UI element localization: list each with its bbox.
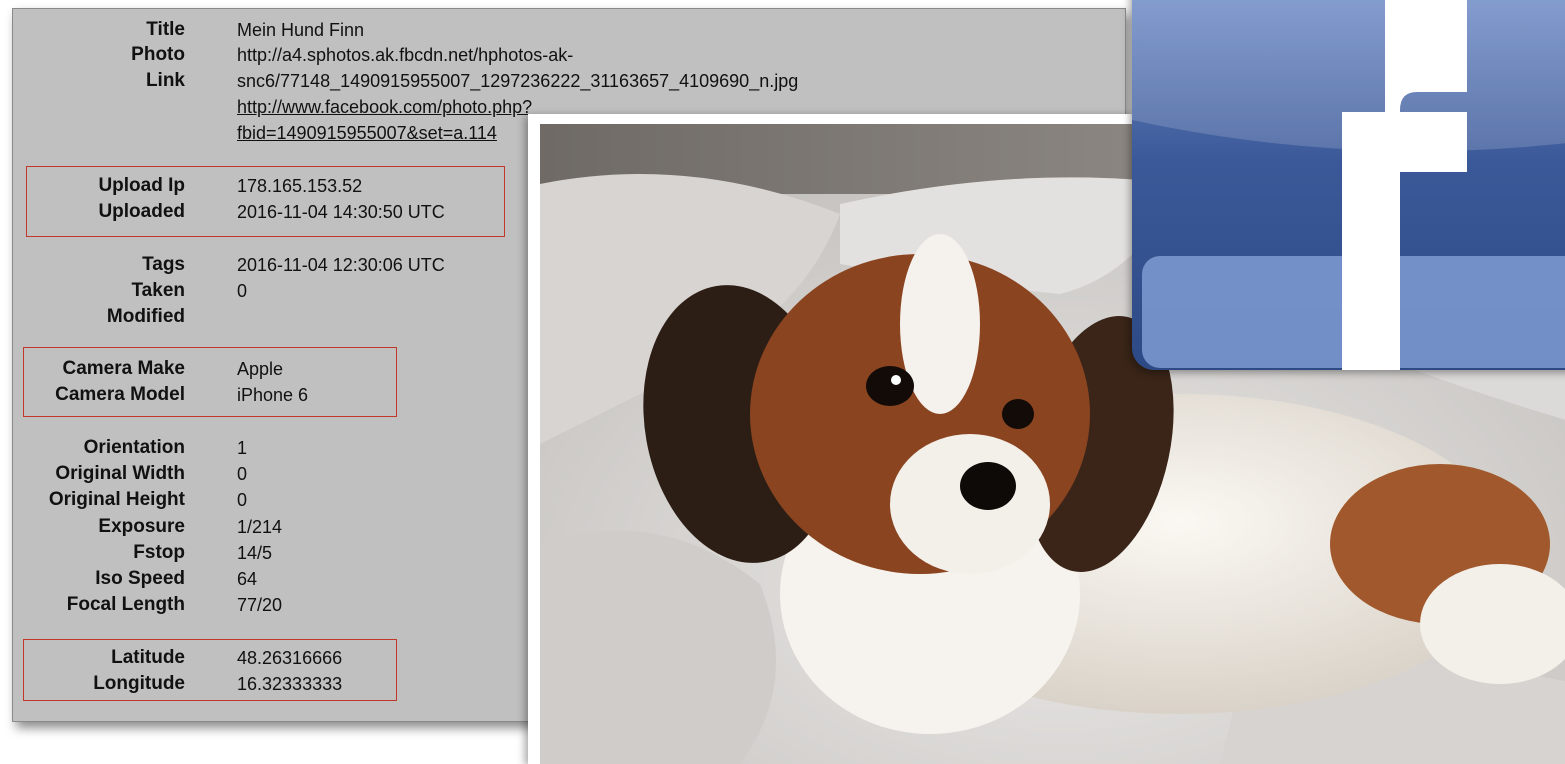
photo-label: Photo xyxy=(131,44,185,65)
longitude-label: Longitude xyxy=(93,673,185,694)
modified-label: Modified xyxy=(106,306,185,327)
uploaded-label: Uploaded xyxy=(98,201,185,222)
longitude-value: 16.32333333 xyxy=(237,674,343,694)
fstop-value: 14/5 xyxy=(237,543,273,563)
original-width-value: 0 xyxy=(237,464,248,484)
fstop-label: Fstop xyxy=(133,542,185,563)
original-width-label: Original Width xyxy=(55,463,185,484)
facebook-f-icon xyxy=(1132,0,1565,370)
iso-speed-value: 64 xyxy=(237,569,258,589)
facebook-logo xyxy=(1132,0,1565,370)
focal-length-label: Focal Length xyxy=(66,594,185,615)
original-height-label: Original Height xyxy=(48,489,185,510)
uploaded-value: 2016-11-04 14:30:50 UTC xyxy=(237,202,445,222)
upload-ip-label: Upload Ip xyxy=(98,175,185,196)
camera-make-value: Apple xyxy=(237,359,284,379)
upload-ip-value: 178.165.153.52 xyxy=(237,176,363,196)
title-label: Title xyxy=(146,19,185,40)
tags-label: Tags xyxy=(142,254,185,275)
exposure-value: 1/214 xyxy=(237,517,283,537)
taken-label: Taken xyxy=(131,280,185,301)
photo-url-line1: http://a4.sphotos.ak.fbcdn.net/hphotos-a… xyxy=(237,45,574,65)
taken-value: 0 xyxy=(237,281,248,301)
link-label: Link xyxy=(145,70,185,91)
original-height-value: 0 xyxy=(237,490,248,510)
photo-url-line2: snc6/77148_1490915955007_1297236222_3116… xyxy=(237,71,799,91)
camera-model-value: iPhone 6 xyxy=(237,385,309,405)
title-value: Mein Hund Finn xyxy=(237,20,365,40)
camera-make-label: Camera Make xyxy=(62,358,185,379)
latitude-label: Latitude xyxy=(111,647,185,668)
latitude-value: 48.26316666 xyxy=(237,648,343,668)
focal-length-value: 77/20 xyxy=(237,595,283,615)
exposure-label: Exposure xyxy=(98,516,185,537)
tags-value: 2016-11-04 12:30:06 UTC xyxy=(237,255,445,275)
camera-model-label: Camera Model xyxy=(55,384,185,405)
iso-speed-label: Iso Speed xyxy=(95,568,185,589)
orientation-label: Orientation xyxy=(83,437,185,458)
facebook-link-line1[interactable]: http://www.facebook.com/photo.php? xyxy=(237,94,532,120)
facebook-link-line2[interactable]: fbid=1490915955007&set=a.114 xyxy=(237,120,497,146)
orientation-value: 1 xyxy=(237,438,248,458)
